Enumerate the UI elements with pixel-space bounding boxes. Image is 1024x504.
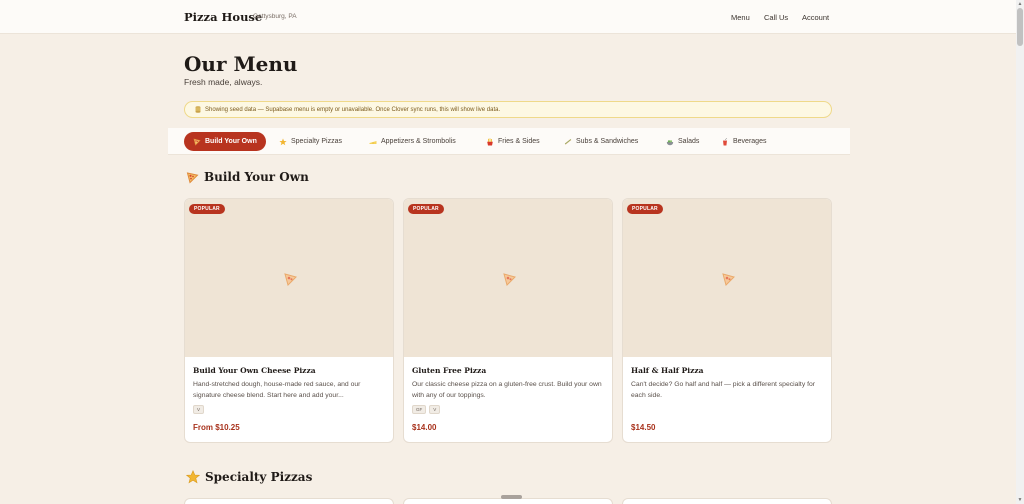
popular-badge: POPULAR <box>189 204 225 214</box>
top-bar: Pizza House Gettysburg, PA Menu Call Us … <box>0 0 1016 34</box>
menu-item-image-placeholder: POPULAR <box>185 199 393 357</box>
category-tab-build-your-own[interactable]: Build Your Own <box>184 132 266 151</box>
menu-item-description: Our classic cheese pizza on a gluten-fre… <box>412 381 602 399</box>
fries-icon <box>487 137 493 145</box>
category-tab-label: Salads <box>678 138 700 145</box>
dietary-tag-gluten-free: GF <box>412 405 427 414</box>
page-subtitle: Fresh made, always. <box>184 77 263 87</box>
cheese-icon <box>369 140 377 144</box>
star-icon <box>279 138 287 145</box>
category-tab-label: Build Your Own <box>205 138 257 145</box>
dietary-tags: GF V <box>412 405 441 414</box>
menu-item-price: From $10.25 <box>193 423 240 432</box>
nav-menu-link[interactable]: Menu <box>731 13 750 22</box>
nav-account-link[interactable]: Account <box>802 13 829 22</box>
notice-text: Showing seed data — Supabase menu is emp… <box>205 106 501 113</box>
scroll-down-icon[interactable]: ▼ <box>1017 497 1023 503</box>
pizza-icon <box>193 138 201 146</box>
sandwich-icon <box>564 138 572 145</box>
seed-data-notice: Showing seed data — Supabase menu is emp… <box>184 101 832 118</box>
scrollbar-thumb[interactable] <box>1017 8 1023 46</box>
pizza-slice-icon <box>284 273 297 286</box>
salad-icon <box>666 139 674 145</box>
category-tab-beverages[interactable]: Beverages <box>721 132 766 151</box>
menu-item-card[interactable] <box>622 498 832 504</box>
page-scrollbar[interactable] <box>1016 0 1024 504</box>
section-title-text: Specialty Pizzas <box>205 470 313 484</box>
pizza-slice-icon <box>722 273 735 286</box>
drink-icon <box>722 137 728 145</box>
brand-logo-text[interactable]: Pizza House <box>184 10 262 24</box>
category-tab-bar: Build Your Own Specialty Pizzas Appetize… <box>168 128 850 155</box>
menu-item-title: Half & Half Pizza <box>631 366 704 375</box>
pizza-slice-icon <box>503 273 516 286</box>
menu-item-description: Hand-stretched dough, house-made red sau… <box>193 381 361 399</box>
menu-item-card[interactable]: POPULAR Half & Half Pizza Can't decide? … <box>622 198 832 443</box>
pizza-icon <box>186 171 199 183</box>
page-title: Our Menu <box>184 52 298 76</box>
category-tab-subs-sandwiches[interactable]: Subs & Sandwiches <box>564 132 638 151</box>
menu-item-image-placeholder: POPULAR <box>404 199 612 357</box>
category-tab-label: Beverages <box>733 138 767 145</box>
menu-item-image-placeholder: POPULAR <box>623 199 831 357</box>
menu-item-title: Gluten Free Pizza <box>412 366 487 375</box>
section-title-specialty-pizzas: Specialty Pizzas <box>186 470 312 484</box>
dietary-tags: V <box>193 405 205 414</box>
category-tab-appetizers-strombolis[interactable]: Appetizers & Strombolis <box>369 132 456 151</box>
database-icon <box>195 106 201 113</box>
section-title-text: Build Your Own <box>204 170 309 184</box>
dietary-tag-vegetarian: V <box>429 405 441 414</box>
dietary-tag-vegetarian: V <box>193 405 205 414</box>
category-tab-salads[interactable]: Salads <box>666 132 699 151</box>
menu-item-description: Can't decide? Go half and half — pick a … <box>631 381 816 399</box>
menu-item-price: $14.00 <box>412 423 437 432</box>
scroll-up-icon[interactable]: ▲ <box>1017 1 1023 7</box>
category-tab-label: Specialty Pizzas <box>291 138 342 145</box>
popular-badge: POPULAR <box>408 204 444 214</box>
section-title-build-your-own: Build Your Own <box>186 170 309 184</box>
popular-badge: POPULAR <box>627 204 663 214</box>
drag-handle[interactable] <box>501 495 522 499</box>
brand-location: Gettysburg, PA <box>253 13 297 20</box>
nav-call-us-link[interactable]: Call Us <box>764 13 788 22</box>
star-icon <box>186 470 200 484</box>
menu-item-card[interactable]: POPULAR Build Your Own Cheese Pizza Hand… <box>184 198 394 443</box>
category-tab-label: Appetizers & Strombolis <box>381 138 456 145</box>
category-tab-specialty-pizzas[interactable]: Specialty Pizzas <box>279 132 342 151</box>
menu-item-price: $14.50 <box>631 423 656 432</box>
menu-item-card[interactable] <box>184 498 394 504</box>
menu-item-title: Build Your Own Cheese Pizza <box>193 366 316 375</box>
category-tab-label: Subs & Sandwiches <box>576 138 639 145</box>
category-tab-fries-sides[interactable]: Fries & Sides <box>486 132 540 151</box>
category-tab-label: Fries & Sides <box>498 138 540 145</box>
menu-item-card[interactable]: POPULAR Gluten Free Pizza Our classic ch… <box>403 198 613 443</box>
